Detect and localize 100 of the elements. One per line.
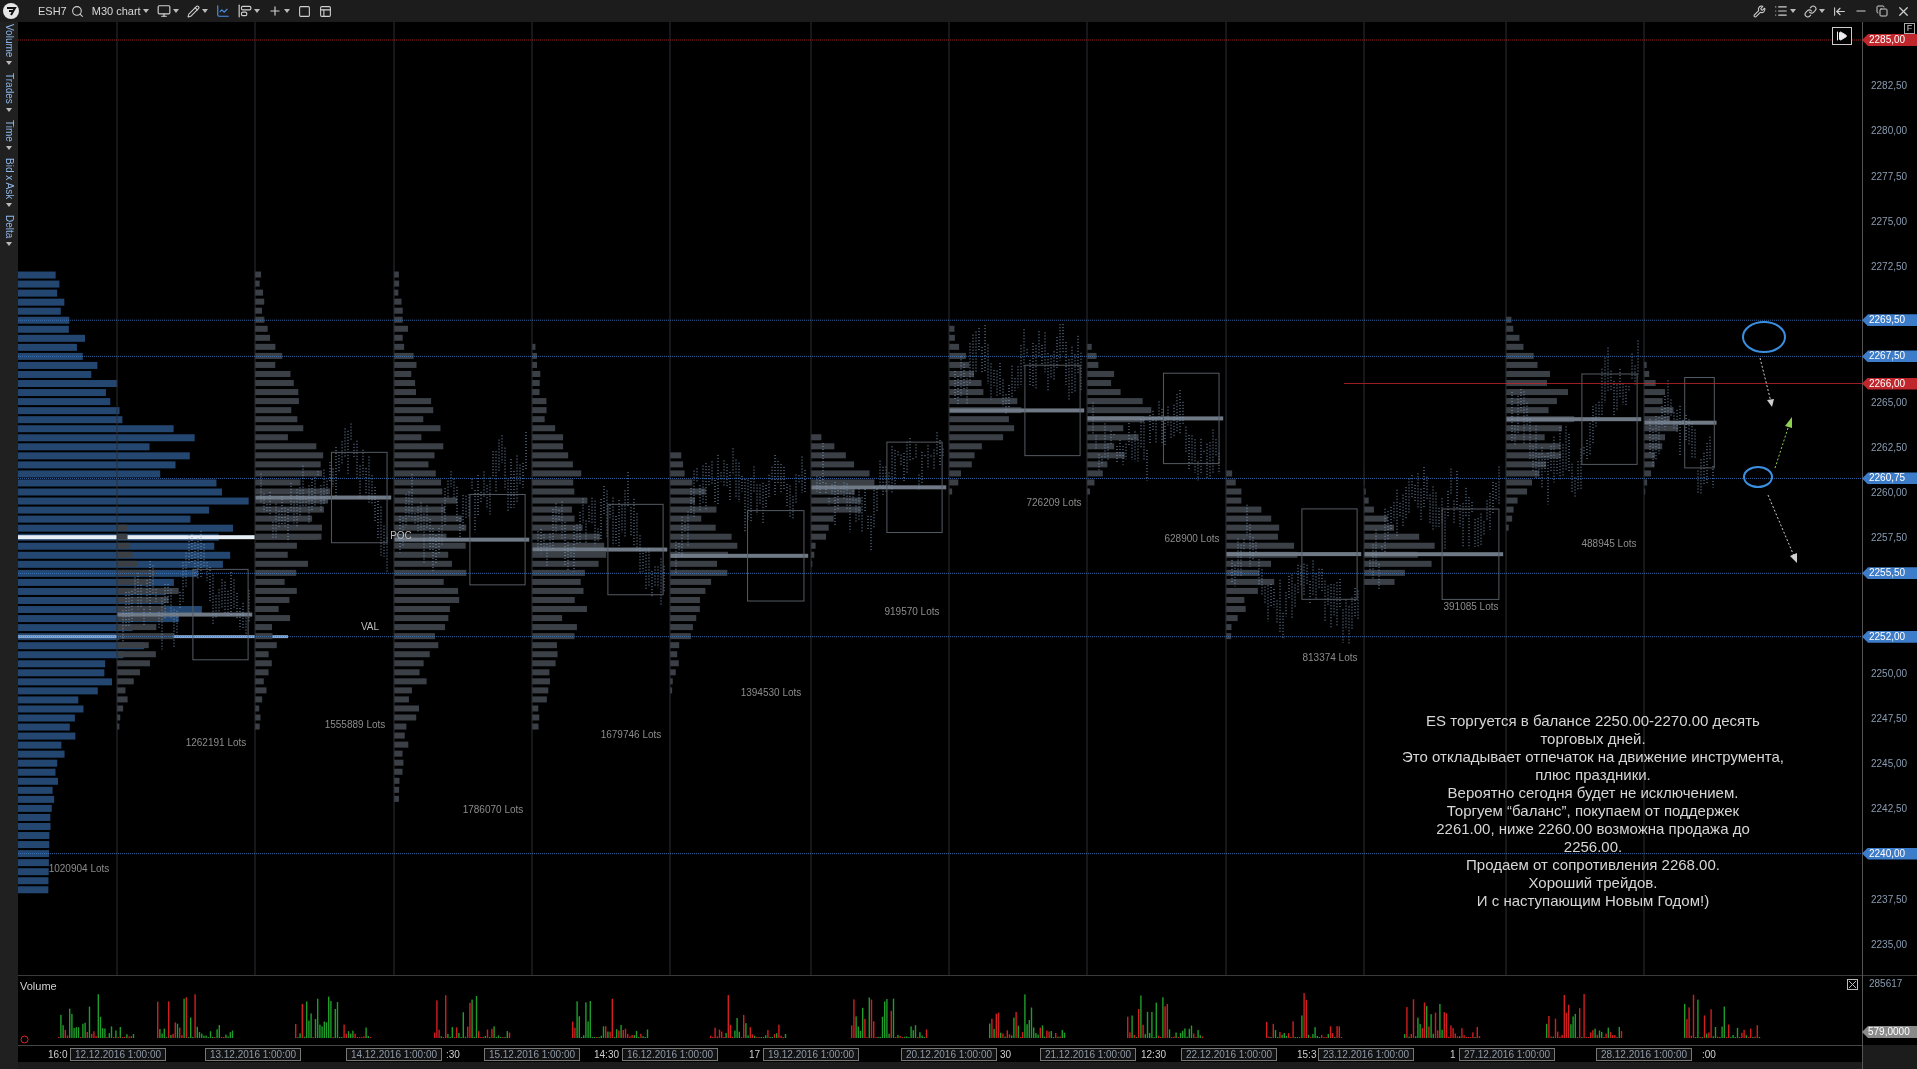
indicator-tab[interactable]: Trades: [3, 73, 15, 113]
volume-value-tag: 579,0000: [1862, 1026, 1917, 1038]
date-label: 21.12.2016 1:00:00: [1040, 1048, 1136, 1061]
date-label: 14.12.2016 1:00:00: [346, 1048, 442, 1061]
price-level-tag: 2267,50: [1862, 350, 1917, 363]
caret-icon: [142, 9, 149, 13]
indicator-tab[interactable]: Time: [3, 120, 15, 150]
date-label: 15.12.2016 1:00:00: [484, 1048, 580, 1061]
pencil-icon: [186, 4, 200, 18]
price-tick: 2235,00: [1871, 937, 1908, 952]
time-label: 14:30: [594, 1049, 620, 1060]
volume-max-label: 285617: [1869, 977, 1903, 991]
price-tick: 2275,00: [1871, 214, 1908, 229]
price-tick: 2272,50: [1871, 259, 1908, 274]
caret-icon: [172, 9, 179, 13]
price-tick: 2247,50: [1871, 711, 1908, 726]
price-level-tag: 2266,00: [1862, 377, 1917, 390]
circle-icon: [20, 1035, 29, 1044]
ellipse-mark: [1741, 320, 1787, 354]
price-tick: 2242,50: [1871, 801, 1908, 816]
caret-icon: [6, 146, 12, 150]
time-label: 17: [749, 1049, 761, 1060]
volume-label: 391085 Lots: [1443, 599, 1499, 614]
volume-label: 488945 Lots: [1581, 536, 1637, 551]
monitor-icon: [156, 4, 171, 18]
volume-label: 919570 Lots: [884, 604, 940, 619]
wrench-icon: [1753, 4, 1766, 18]
date-label: 13.12.2016 1:00:00: [205, 1048, 301, 1061]
date-label: 12.12.2016 1:00:00: [70, 1048, 166, 1061]
price-tick: 2257,50: [1871, 530, 1908, 545]
time-label: :00: [1702, 1049, 1716, 1060]
date-label: 16.12.2016 1:00:00: [622, 1048, 718, 1061]
time-label: 12:30: [1141, 1049, 1167, 1060]
indicator-tab[interactable]: Bid x Ask: [3, 158, 15, 208]
date-label: 23.12.2016 1:00:00: [1318, 1048, 1414, 1061]
caret-icon: [6, 108, 12, 113]
list-icon: [1774, 4, 1788, 18]
price-level-tag: 2285,00: [1862, 34, 1917, 46]
indicator-tab[interactable]: Delta: [3, 215, 15, 247]
date-label: 27.12.2016 1:00:00: [1459, 1048, 1555, 1061]
caret-icon: [1790, 9, 1796, 13]
price-tick: 2280,00: [1871, 123, 1908, 138]
price-level-tag: 2260,75: [1862, 472, 1917, 485]
axis-corner: [1863, 1045, 1917, 1069]
caret-icon: [6, 242, 12, 247]
volume-label: 1262191 Lots: [185, 735, 247, 750]
analysis-note: ES торгуется в балансе 2250.00-2270.00 десять торговых дней. Это откладывает отпечаток на движение инструмента, плюс праздники. Вероятно сегодня будет не исключением. Торгуем “баланс”, покупаем от поддержек 2261.00, ниже 2260.00 возможна продажа до 2256.00. Продаем от сопротивления 2268.00. Хороший трейдов. И с наступающим Новым Годом!): [1402, 712, 1784, 910]
plus-icon: [267, 4, 282, 18]
price-tick: 2250,00: [1871, 666, 1908, 681]
volume-label: 1555889 Lots: [324, 717, 386, 732]
caret-icon: [283, 9, 290, 13]
line-chart-icon: [215, 4, 230, 18]
date-label: 22.12.2016 1:00:00: [1181, 1048, 1277, 1061]
close-pane-icon[interactable]: [1847, 979, 1858, 990]
time-label: :30: [446, 1049, 460, 1060]
price-tick: 2237,50: [1871, 892, 1908, 907]
volume-label: 1394530 Lots: [740, 685, 802, 700]
restore-icon: [1876, 5, 1888, 17]
volume-label: 628900 Lots: [1164, 531, 1220, 546]
scale-button[interactable]: F: [1904, 23, 1915, 34]
volume-label: 1786070 Lots: [462, 802, 524, 817]
price-level-tag: 2269,50: [1862, 314, 1917, 327]
date-label: 20.12.2016 1:00:00: [901, 1048, 997, 1061]
caret-icon: [253, 9, 260, 13]
scroll-to-end-button[interactable]: [1832, 27, 1852, 45]
caret-icon: [6, 61, 12, 66]
search-icon: [70, 4, 84, 18]
timeframe-dropdown[interactable]: M30 chart: [87, 2, 153, 20]
price-tick: 2277,50: [1871, 169, 1908, 184]
price-tick: 2245,00: [1871, 756, 1908, 771]
volume-label: 1679746 Lots: [600, 727, 662, 742]
price-level-tag: 2240,00: [1862, 847, 1917, 860]
profile-marker: VAL: [360, 619, 380, 634]
pane-title: Volume: [20, 979, 57, 994]
symbol-label[interactable]: ESH7: [38, 2, 67, 20]
date-label: 28.12.2016 1:00:00: [1596, 1048, 1692, 1061]
caret-icon: [1819, 9, 1825, 13]
price-tick: 2282,50: [1871, 78, 1908, 93]
profile-marker: POC: [390, 528, 412, 543]
skip-end-icon: [1836, 30, 1848, 42]
volume-label: 1020904 Lots: [48, 861, 110, 876]
time-label: 30: [1000, 1049, 1012, 1060]
ellipse-mark: [1742, 465, 1774, 489]
price-tick: 2265,00: [1871, 395, 1908, 410]
bars-icon: [237, 4, 252, 18]
time-label: 15:3: [1297, 1049, 1317, 1060]
layout-icon: [318, 4, 332, 18]
price-tick: 2262,50: [1871, 440, 1908, 455]
pin-icon: [1833, 4, 1846, 18]
price-level-tag: 2252,00: [1862, 630, 1917, 643]
link-icon: [1804, 4, 1817, 18]
time-label: 1: [1450, 1049, 1456, 1060]
indicator-tab[interactable]: Volume: [3, 24, 15, 66]
price-level-tag: 2255,50: [1862, 567, 1917, 580]
caret-icon: [6, 203, 12, 208]
square-icon: [297, 4, 311, 18]
price-tick: 2260,00: [1871, 485, 1908, 500]
time-label: 16:0: [48, 1049, 68, 1060]
date-label: 19.12.2016 1:00:00: [763, 1048, 859, 1061]
volume-label: 813374 Lots: [1302, 650, 1358, 665]
